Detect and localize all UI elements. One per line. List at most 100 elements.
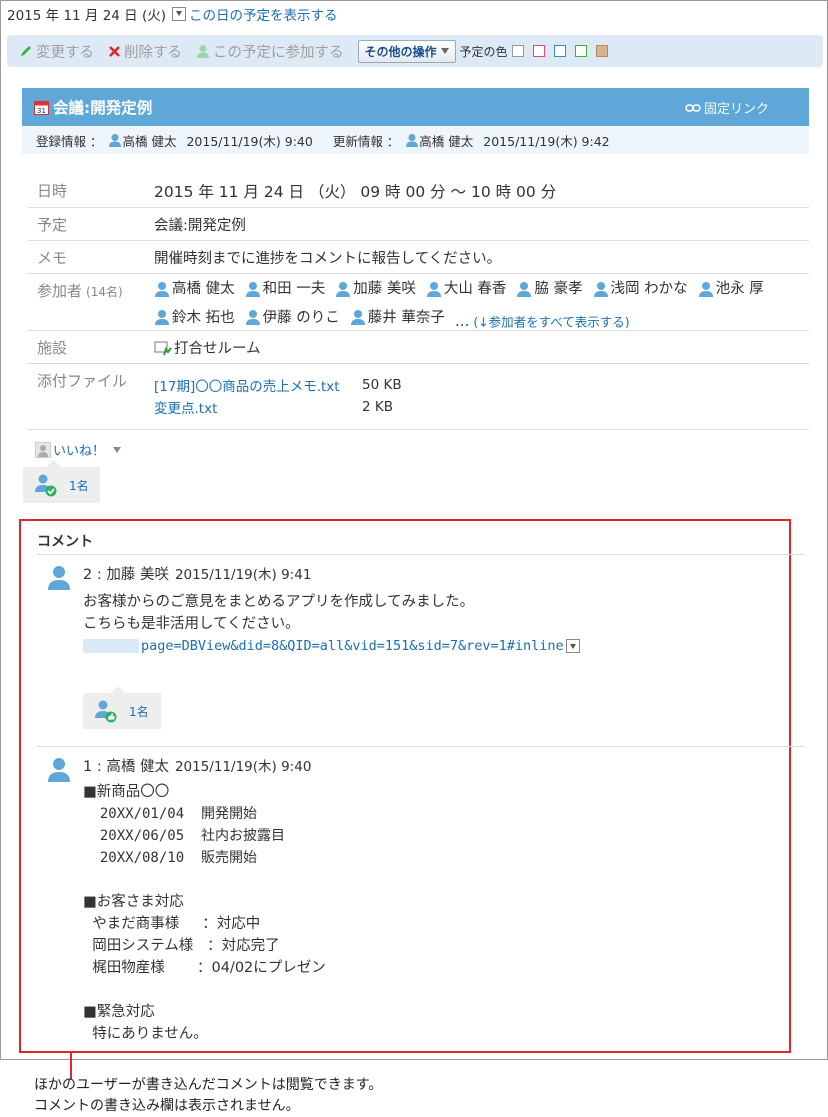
file-list: [17期]〇〇商品の売上メモ.txt 50 KB 変更点.txt 2 KB — [154, 374, 402, 418]
file-link[interactable]: [17期]〇〇商品の売上メモ.txt — [154, 375, 362, 395]
user-icon — [245, 310, 260, 325]
comment-line: 岡田システム様 ：対応完了 — [83, 938, 280, 954]
participant-list: 高橋 健太 和田 一夫 加藤 美咲 大山 春香脇 豪孝 浅岡 わかな 池永 厚鈴木 拓也伊… — [154, 277, 804, 334]
participant-item[interactable]: 脇 豪孝 — [516, 277, 583, 301]
user-thumbs-up-icon — [95, 700, 117, 723]
show-all-participants-link[interactable]: (↓参加者をすべて表示する) — [473, 314, 629, 329]
more-participants-dots: … — [454, 314, 470, 330]
toolbar: 変更する 削除する この予定に参加する その他の操作 予定の色 — [7, 35, 823, 67]
comment-author[interactable]: 1 : 高橋 健太 — [83, 759, 169, 775]
comment-line: 梶田物産様 ：04/02にプレゼン — [83, 960, 326, 976]
updated-by[interactable]: 高橋 健太 — [405, 131, 473, 150]
comment-line: 特にありません。 — [83, 1026, 208, 1042]
registered-by[interactable]: 高橋 健太 — [108, 131, 176, 150]
dropdown-icon[interactable] — [172, 7, 186, 21]
comment-line: やまだ商事様 ：対応中 — [83, 916, 261, 932]
redacted-host — [83, 639, 139, 653]
date-bar: 2015 年 11 月 24 日 (火) この日の予定を表示する — [7, 3, 338, 25]
comment-url[interactable]: page=DBView&did=8&QID=all&vid=151&sid=7&… — [83, 638, 580, 654]
facility-row: 施設 打合せルーム — [27, 331, 809, 364]
facility-icon — [154, 341, 172, 355]
comment-line: ■お客さま対応 — [83, 894, 184, 910]
color-label: 予定の色 — [459, 44, 508, 59]
facility-link[interactable]: 打合せルーム — [174, 337, 261, 358]
user-icon — [517, 281, 532, 297]
participant-item[interactable]: 池永 厚 — [698, 277, 764, 301]
delete-x-icon — [109, 45, 120, 57]
pencil-icon — [21, 46, 31, 56]
participant-item[interactable]: 高橋 健太 — [154, 277, 235, 301]
comment-line: 20XX/01/04 開発開始 — [83, 806, 258, 822]
file-link[interactable]: 変更点.txt — [154, 397, 362, 417]
datetime-row: 日時 2015 年 11 月 24 日 （火） 09 時 00 分 ～ 10 時… — [27, 173, 809, 208]
file-item: [17期]〇〇商品の売上メモ.txt 50 KB — [154, 375, 402, 395]
files-row: 添付ファイル [17期]〇〇商品の売上メモ.txt 50 KB 変更点.txt … — [27, 364, 809, 430]
color-swatch-gray[interactable] — [511, 45, 524, 57]
comment-line: ■緊急対応 — [83, 1004, 155, 1020]
expand-icon[interactable] — [565, 639, 580, 653]
comment-date: 2015/11/19(木) 9:40 — [174, 759, 312, 775]
color-swatch-pink[interactable] — [532, 45, 545, 57]
comment-line: ■新商品〇〇 — [83, 784, 170, 800]
comment-line: 20XX/08/10 販売開始 — [83, 850, 258, 866]
comment-heading: コメント — [37, 534, 93, 550]
participant-item[interactable]: 伊藤 のりこ — [245, 306, 340, 330]
permalink-button[interactable]: 固定リンク — [685, 98, 769, 117]
color-swatch-blue[interactable] — [553, 45, 566, 57]
like-count-badge[interactable]: 1名 — [23, 460, 100, 503]
comment-date: 2015/11/19(木) 9:41 — [174, 567, 312, 583]
plan-row: 予定 会議:開発定例 — [27, 208, 809, 241]
user-icon — [698, 281, 713, 297]
comment-line: 20XX/06/05 社内お披露目 — [83, 828, 286, 844]
participant-item[interactable]: 和田 一夫 — [245, 277, 325, 301]
delete-button[interactable]: 削除する — [108, 41, 182, 62]
more-actions-button[interactable]: その他の操作 — [357, 39, 456, 63]
user-icon — [155, 310, 169, 325]
edit-button[interactable]: 変更する — [19, 41, 94, 62]
user-avatar-icon — [48, 758, 70, 782]
svg-text:31: 31 — [37, 107, 46, 115]
color-swatch-green[interactable] — [574, 45, 587, 57]
user-avatar-icon — [48, 566, 70, 590]
chevron-down-icon[interactable] — [113, 446, 122, 453]
page-title: 会議:開発定例 — [53, 99, 153, 117]
user-icon — [593, 281, 608, 297]
show-day-schedule-link[interactable]: この日の予定を表示する — [189, 4, 338, 24]
user-check-icon — [35, 474, 57, 497]
comment-author[interactable]: 2 : 加藤 美咲 — [83, 567, 169, 583]
memo-row: メモ 開催時刻までに進捗をコメントに報告してください。 — [27, 241, 809, 274]
participant-item[interactable]: 大山 春香 — [426, 277, 506, 301]
comment-line — [83, 979, 326, 1001]
color-swatch-brown[interactable] — [595, 45, 608, 57]
chevron-down-icon — [440, 48, 449, 54]
registration-info: 登録情報 ： 高橋 健太 2015/11/19(木) 9:40 更新情報 ： 高… — [22, 126, 809, 154]
user-icon — [155, 281, 169, 297]
schedule-window: 2015 年 11 月 24 日 (火) この日の予定を表示する 変更する 削除… — [0, 0, 828, 1079]
comment-line — [83, 869, 326, 891]
calendar-icon: 31 — [34, 100, 49, 115]
caption: ほかのユーザーが書き込んだコメントは閲覧できます。 コメントの書き込み欄は表示さ… — [34, 1077, 383, 1114]
user-icon — [336, 281, 351, 297]
comment-body: ■新商品〇〇 20XX/01/04 開発開始 20XX/06/05 社内お披露目… — [83, 781, 326, 1045]
participant-item[interactable]: 浅岡 わかな — [593, 277, 688, 301]
comment-body: お客様からのご意見をまとめるアプリを作成してみました。 こちらも是非活用してくださ… — [83, 594, 475, 632]
like-user-icon — [35, 441, 51, 458]
user-icon — [109, 133, 122, 147]
participant-item[interactable]: 鈴木 拓也 — [154, 306, 235, 330]
participant-item[interactable]: 藤井 華奈子 — [350, 306, 445, 330]
user-icon — [406, 133, 419, 147]
user-icon — [426, 281, 441, 297]
user-add-icon — [197, 44, 209, 58]
schedule-header: 31 会議:開発定例 固定リンク — [22, 88, 809, 126]
link-icon — [685, 103, 701, 112]
join-button[interactable]: この予定に参加する — [196, 41, 344, 62]
comment-section: コメント 2 : 加藤 美咲 2015/11/19(木) 9:41 お客様からのご… — [19, 519, 805, 1053]
user-icon — [245, 281, 260, 297]
schedule-date: 2015 年 11 月 24 日 (火) — [7, 8, 166, 24]
participants-row: 参加者 (14名) 高橋 健太 和田 一夫 加藤 美咲 大山 春香脇 豪孝 浅岡 わかな池… — [27, 274, 809, 331]
participant-item[interactable]: 加藤 美咲 — [335, 277, 416, 301]
file-item: 変更点.txt 2 KB — [154, 397, 393, 417]
comment-like-badge[interactable]: 1名 — [83, 686, 161, 729]
like-button[interactable]: いいね！ — [35, 440, 122, 459]
user-icon — [350, 310, 365, 325]
